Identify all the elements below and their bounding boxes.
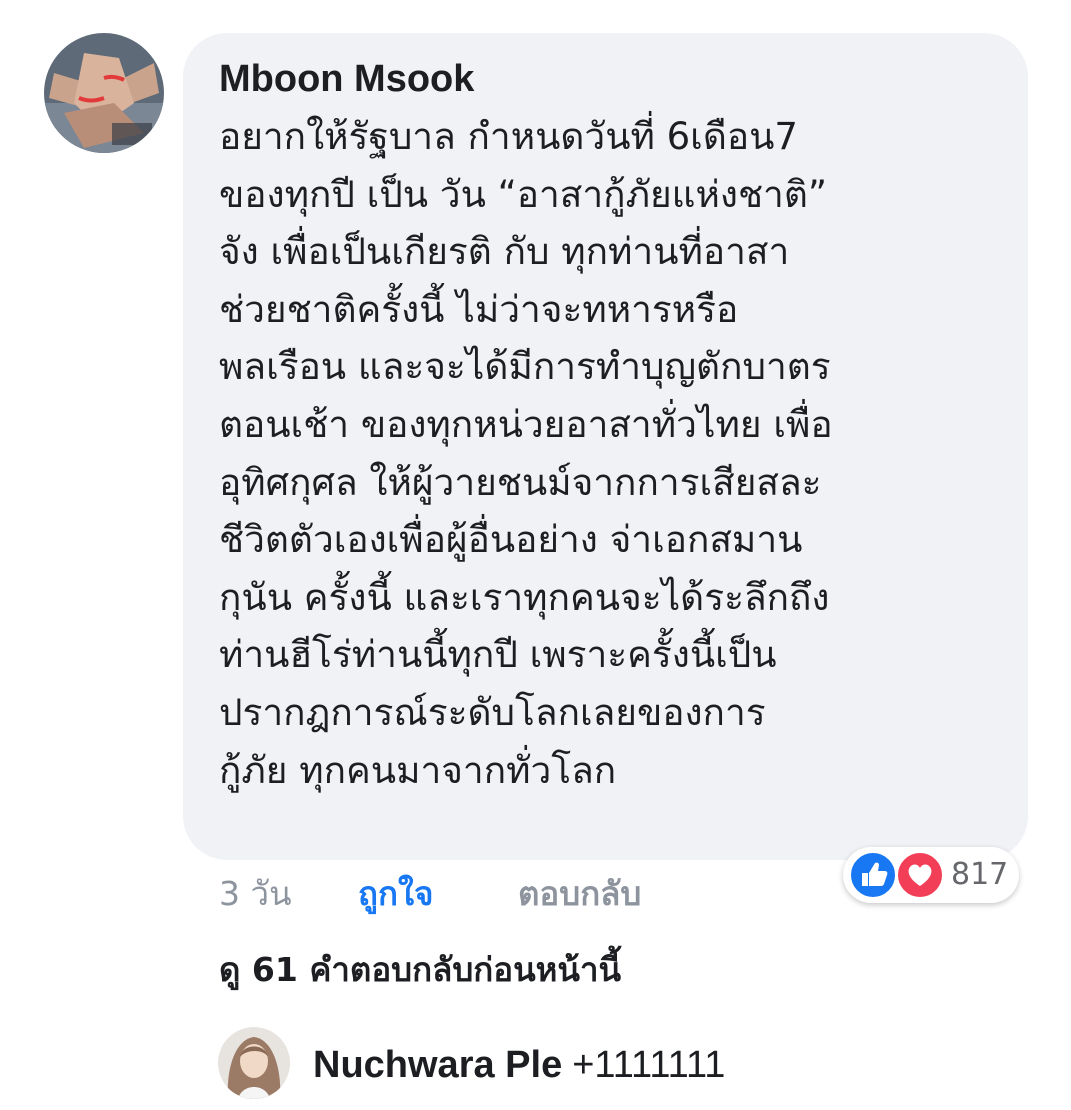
like-icon <box>848 850 898 900</box>
comment-bubble: Mboon Msook อยากให้รัฐบาล กำหนดวันที่ 6เ… <box>183 33 1028 860</box>
reaction-count: 817 <box>951 857 1009 892</box>
reply-text: +1111111 <box>572 1044 726 1086</box>
reply-author-avatar[interactable] <box>218 1027 290 1099</box>
reaction-summary[interactable]: 817 <box>843 847 1019 903</box>
comment-timestamp[interactable]: 3 วัน <box>219 866 292 922</box>
reply-author-name[interactable]: Nuchwara Ple <box>313 1044 562 1086</box>
commenter-avatar[interactable] <box>44 33 164 153</box>
view-previous-replies-link[interactable]: ดู 61 คำตอบกลับก่อนหน้านี้ <box>219 942 621 998</box>
like-button[interactable]: ถูกใจ <box>358 866 433 922</box>
comment-author[interactable]: Mboon Msook <box>219 53 998 105</box>
reply-preview: Nuchwara Ple +1111111 <box>313 1037 725 1100</box>
reply-button[interactable]: ตอบกลับ <box>518 866 641 922</box>
comment-text: อยากให้รัฐบาล กำหนดวันที่ 6เดือน7 ของทุก… <box>219 115 833 792</box>
love-icon <box>895 850 945 900</box>
